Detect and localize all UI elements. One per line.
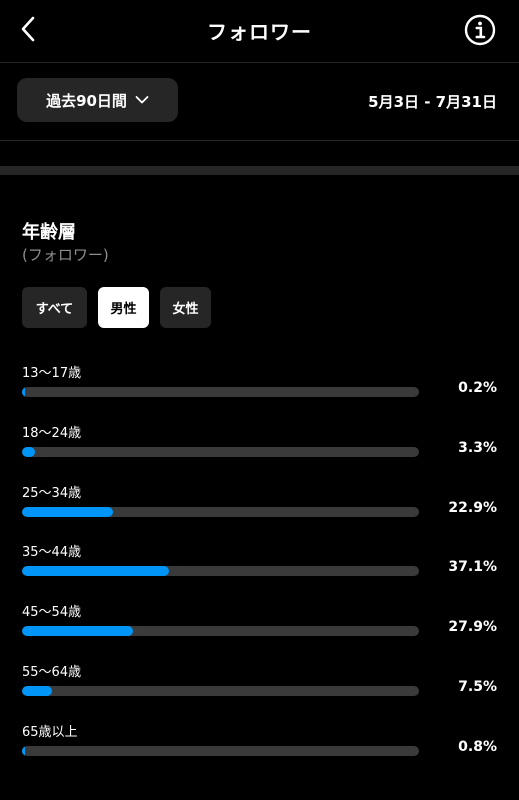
data-label: 3.3% <box>458 439 497 456</box>
bar <box>22 566 170 577</box>
bar <box>22 745 26 756</box>
bar-track <box>22 745 419 756</box>
data-label: 37.1% <box>448 559 497 576</box>
bar-track <box>22 685 419 696</box>
age-row: 35〜44歳 37.1% <box>0 535 519 595</box>
data-label: 27.9% <box>448 619 497 636</box>
bar-track <box>22 387 419 397</box>
bar <box>22 387 26 397</box>
bar-track <box>22 626 419 637</box>
bar-label: 55〜64歳 <box>22 664 82 680</box>
page-title: フォロワー <box>207 20 312 44</box>
gender-tabs: すべて 男性 女性 <box>22 287 211 328</box>
top-bar: フォロワー <box>0 0 519 62</box>
tab-all[interactable]: すべて <box>22 287 87 328</box>
bar-label: 25〜34歳 <box>22 485 82 501</box>
bar-label: 65歳以上 <box>22 724 78 740</box>
chevron-down-icon <box>135 91 149 109</box>
date-range-text: 5月3日 - 7月31日 <box>368 93 497 111</box>
data-label: 7.5% <box>458 678 497 695</box>
bar <box>22 506 113 517</box>
section-divider <box>0 166 519 175</box>
age-distribution-chart: 13〜17歳 0.2% 18〜24歳 3.3% 25〜34歳 22.9% 35〜… <box>0 356 519 775</box>
info-icon[interactable] <box>464 14 496 46</box>
tab-female[interactable]: 女性 <box>160 287 211 328</box>
bar <box>22 626 133 637</box>
data-label: 0.8% <box>458 738 497 755</box>
age-row: 13〜17歳 0.2% <box>0 356 519 416</box>
bar-track <box>22 506 419 517</box>
age-row: 25〜34歳 22.9% <box>0 476 519 536</box>
data-label: 0.2% <box>458 380 497 396</box>
age-row: 55〜64歳 7.5% <box>0 655 519 715</box>
bar-label: 35〜44歳 <box>22 545 82 561</box>
age-row: 45〜54歳 27.9% <box>0 595 519 655</box>
date-range-dropdown[interactable]: 過去90日間 <box>17 78 178 122</box>
tab-male[interactable]: 男性 <box>98 287 149 328</box>
bar-label: 13〜17歳 <box>22 366 82 381</box>
section-subtitle: (フォロワー) <box>22 246 109 264</box>
bar-label: 18〜24歳 <box>22 425 82 441</box>
bar <box>22 685 52 696</box>
filter-divider <box>0 140 519 141</box>
data-label: 22.9% <box>448 499 497 516</box>
bar-label: 45〜54歳 <box>22 605 82 621</box>
age-row: 18〜24歳 3.3% <box>0 416 519 476</box>
date-range-dropdown-label: 過去90日間 <box>46 91 127 110</box>
bar-track <box>22 446 419 457</box>
bar <box>22 446 36 457</box>
age-row: 65歳以上 0.8% <box>0 715 519 775</box>
header-divider <box>0 62 519 63</box>
section-title: 年齢層 <box>22 222 76 243</box>
bar-track <box>22 566 419 577</box>
